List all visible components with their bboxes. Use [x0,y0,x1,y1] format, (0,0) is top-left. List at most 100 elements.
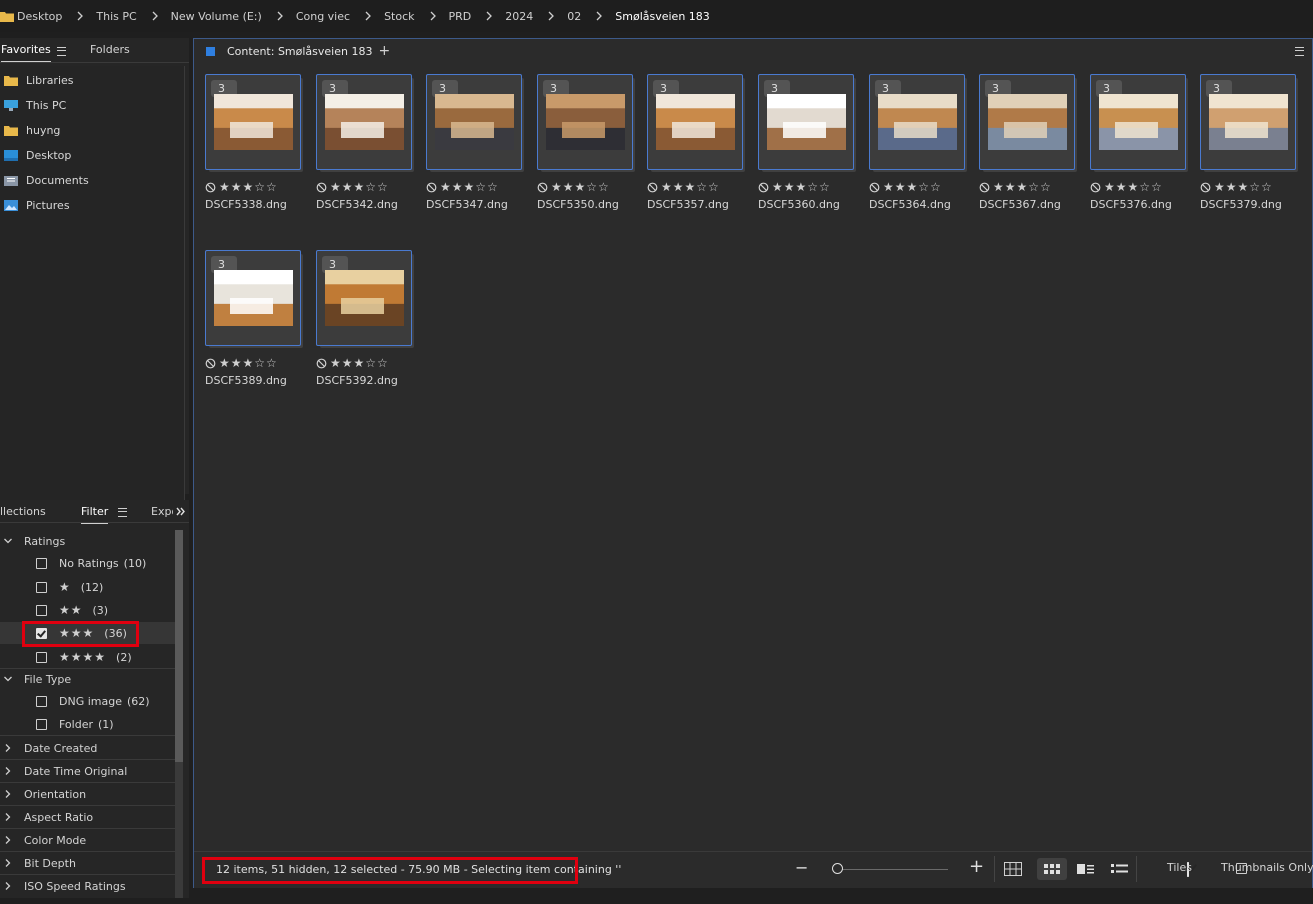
checkbox[interactable] [36,718,47,730]
rating-control[interactable]: ★★★☆☆ [647,180,720,194]
thumbnail-tile[interactable]: 3 ★★★☆☆ DSCF5379.dng [1200,74,1300,214]
star-rating[interactable]: ★★★☆☆ [661,180,720,194]
favorite-item-this-pc[interactable]: This PC [0,95,66,115]
reject-icon[interactable] [1200,182,1211,193]
star-rating[interactable]: ★★★☆☆ [330,180,389,194]
star-rating[interactable]: ★★★☆☆ [551,180,610,194]
thumbnail-tile[interactable]: 3 ★★★☆☆ DSCF5367.dng [979,74,1079,214]
thumbnail-frame[interactable]: 3 [205,250,301,346]
star-rating[interactable]: ★★★☆☆ [330,356,389,370]
favorite-item-libraries[interactable]: Libraries [0,70,74,90]
thumbnail-tile[interactable]: 3 ★★★☆☆ DSCF5350.dng [537,74,637,214]
thumbnail-tile[interactable]: 3 ★★★☆☆ DSCF5342.dng [316,74,416,214]
thumbnail-frame[interactable]: 3 [205,74,301,170]
breadcrumb-item-current-folder[interactable]: Smølåsveien 183 [615,10,710,23]
checkbox[interactable] [36,604,47,616]
filter-item-folder[interactable]: Folder (1) [0,713,175,736]
tab-favorites[interactable]: Favorites [1,43,51,62]
breadcrumb-item-this-pc[interactable]: This PC [96,10,136,23]
star-rating[interactable]: ★★★☆☆ [1214,180,1273,194]
rating-control[interactable]: ★★★☆☆ [1090,180,1163,194]
breadcrumb-item-stock[interactable]: Stock [384,10,414,23]
rating-control[interactable]: ★★★☆☆ [426,180,499,194]
thumbnail-frame[interactable]: 3 [647,74,743,170]
reject-icon[interactable] [205,358,216,369]
view-as-thumbnails-button[interactable] [1037,858,1067,880]
double-chevron-right-icon[interactable] [176,507,186,516]
tab-export[interactable]: Expo [151,505,173,518]
filter-item-2-stars[interactable]: ★★ (3) [0,599,175,621]
reject-icon[interactable] [869,182,880,193]
reject-icon[interactable] [647,182,658,193]
reject-icon[interactable] [426,182,437,193]
star-rating[interactable]: ★★★☆☆ [772,180,831,194]
thumbnail-frame[interactable]: 3 [1090,74,1186,170]
thumbnail-frame[interactable]: 3 [537,74,633,170]
checkbox[interactable] [36,581,47,593]
filter-item-dng-image[interactable]: DNG image (62) [0,690,175,712]
zoom-slider-thumb[interactable] [832,863,843,874]
thumbnail-tile[interactable]: 3 ★★★☆☆ DSCF5364.dng [869,74,969,214]
star-rating[interactable]: ★★★☆☆ [883,180,942,194]
favorite-item-pictures[interactable]: Pictures [0,195,70,215]
panel-menu-icon[interactable] [118,508,127,517]
filter-section-ratings[interactable]: Ratings [0,530,175,552]
reject-icon[interactable] [316,358,327,369]
filter-section-date-created[interactable]: Date Created [0,737,175,760]
filter-scrollbar-thumb[interactable] [175,530,183,762]
checkbox[interactable] [36,651,47,663]
star-rating[interactable]: ★★★☆☆ [1104,180,1163,194]
filter-section-iso-speed-ratings[interactable]: ISO Speed Ratings [0,875,175,897]
reject-icon[interactable] [205,182,216,193]
filter-section-aspect-ratio[interactable]: Aspect Ratio [0,806,175,829]
checkbox[interactable] [36,695,47,707]
breadcrumb-item-02[interactable]: 02 [567,10,581,23]
zoom-out-button[interactable]: − [795,858,808,877]
filter-section-orientation[interactable]: Orientation [0,783,175,806]
star-rating[interactable]: ★★★☆☆ [993,180,1052,194]
checkbox[interactable] [36,557,47,569]
thumbnail-tile[interactable]: 3 ★★★☆☆ DSCF5357.dng [647,74,747,214]
list-view-icon[interactable] [1111,864,1128,874]
star-rating[interactable]: ★★★☆☆ [219,180,278,194]
add-tab-button[interactable]: + [378,43,390,59]
breadcrumb-item-volume[interactable]: New Volume (E:) [171,10,262,23]
rating-control[interactable]: ★★★☆☆ [979,180,1052,194]
filter-item-4-stars[interactable]: ★★★★ (2) [0,646,175,669]
thumbnail-tile[interactable]: 3 ★★★☆☆ DSCF5389.dng [205,250,305,390]
zoom-in-button[interactable]: + [969,856,984,877]
filter-section-bit-depth[interactable]: Bit Depth [0,852,175,875]
tab-folders[interactable]: Folders [90,43,130,56]
rating-control[interactable]: ★★★☆☆ [758,180,831,194]
rating-control[interactable]: ★★★☆☆ [869,180,942,194]
breadcrumb-item-prd[interactable]: PRD [449,10,472,23]
panel-menu-icon[interactable] [57,47,66,56]
breadcrumb-item-desktop[interactable]: Desktop [0,10,62,23]
star-rating[interactable]: ★★★☆☆ [440,180,499,194]
thumbnail-frame[interactable]: 3 [1200,74,1296,170]
rating-control[interactable]: ★★★☆☆ [316,356,389,370]
grid-lock-icon[interactable] [1004,862,1022,876]
content-panel-menu-icon[interactable] [1295,47,1304,56]
thumbnail-frame[interactable]: 3 [758,74,854,170]
filter-section-file-type[interactable]: File Type [0,668,175,690]
thumbnail-frame[interactable]: 3 [869,74,965,170]
filter-section-color-mode[interactable]: Color Mode [0,829,175,852]
reject-icon[interactable] [979,182,990,193]
reject-icon[interactable] [537,182,548,193]
filter-section-date-time-original[interactable]: Date Time Original [0,760,175,783]
rating-control[interactable]: ★★★☆☆ [1200,180,1273,194]
thumbnail-frame[interactable]: 3 [316,250,412,346]
favorite-item-documents[interactable]: Documents [0,170,89,190]
rating-control[interactable]: ★★★☆☆ [205,180,278,194]
filter-item-no-ratings[interactable]: No Ratings (10) [0,552,175,574]
star-rating[interactable]: ★★★☆☆ [219,356,278,370]
zoom-slider-track[interactable] [836,869,948,870]
thumbnail-tile[interactable]: 3 ★★★☆☆ DSCF5360.dng [758,74,858,214]
rating-control[interactable]: ★★★☆☆ [316,180,389,194]
breadcrumb-item-2024[interactable]: 2024 [505,10,533,23]
thumbnail-tile[interactable]: 3 ★★★☆☆ DSCF5338.dng [205,74,305,214]
favorite-item-huyng[interactable]: huyng [0,120,60,140]
rating-control[interactable]: ★★★☆☆ [205,356,278,370]
thumbnail-tile[interactable]: 3 ★★★☆☆ DSCF5376.dng [1090,74,1190,214]
